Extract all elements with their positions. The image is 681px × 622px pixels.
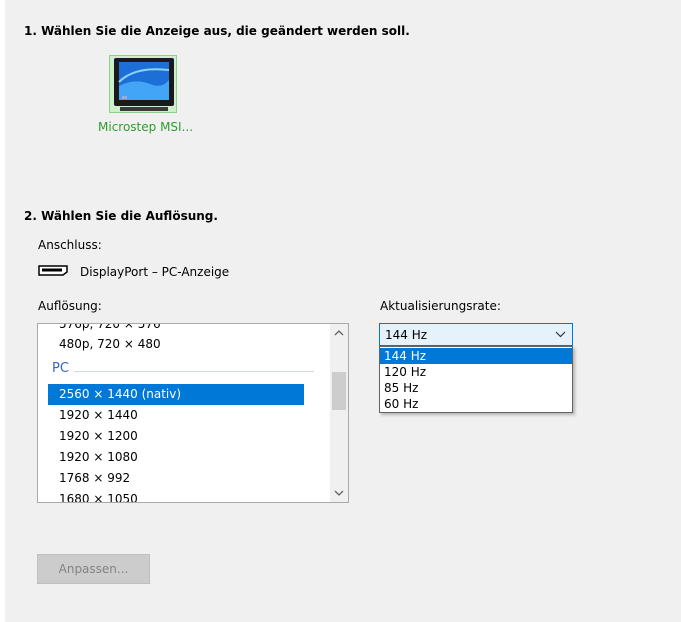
display-tile[interactable] bbox=[109, 55, 177, 113]
refresh-rate-dropdown: 144 Hz 120 Hz 85 Hz 60 Hz bbox=[379, 346, 573, 413]
list-item[interactable]: 1920 × 1440 bbox=[48, 405, 304, 426]
list-item[interactable]: 1680 × 1050 bbox=[48, 489, 304, 502]
refresh-rate-select[interactable]: 144 Hz bbox=[379, 323, 573, 346]
list-item[interactable]: 1768 × 992 bbox=[48, 468, 304, 489]
settings-panel bbox=[5, 0, 681, 622]
dropdown-option[interactable]: 120 Hz bbox=[380, 364, 572, 380]
group-header-pc: PC bbox=[52, 361, 69, 376]
refresh-rate-value: 144 Hz bbox=[385, 328, 428, 342]
monitor-icon bbox=[114, 58, 174, 111]
step2-heading: 2. Wählen Sie die Auflösung. bbox=[24, 209, 218, 223]
connection-value: DisplayPort – PC-Anzeige bbox=[80, 265, 230, 279]
resolution-label: Auflösung: bbox=[38, 299, 102, 313]
chevron-down-icon bbox=[555, 331, 566, 338]
connection-label: Anschluss: bbox=[38, 238, 102, 252]
scroll-thumb[interactable] bbox=[332, 372, 346, 410]
list-item-selected[interactable]: 2560 × 1440 (nativ) bbox=[48, 384, 304, 405]
refresh-label: Aktualisierungsrate: bbox=[380, 299, 501, 313]
step1-heading: 1. Wählen Sie die Anzeige aus, die geänd… bbox=[24, 24, 410, 38]
dropdown-option-selected[interactable]: 144 Hz bbox=[380, 348, 572, 364]
apply-button[interactable]: Anpassen... bbox=[37, 554, 150, 584]
dropdown-option[interactable]: 85 Hz bbox=[380, 380, 572, 396]
scroll-down-icon[interactable] bbox=[330, 484, 348, 502]
list-item[interactable]: 480p, 720 × 480 bbox=[48, 334, 304, 355]
list-item[interactable]: 1920 × 1200 bbox=[48, 426, 304, 447]
dropdown-option[interactable]: 60 Hz bbox=[380, 396, 572, 412]
displayport-icon bbox=[38, 265, 68, 276]
group-divider bbox=[74, 371, 314, 372]
resolution-list[interactable]: 576p, 720 × 576 480p, 720 × 480 PC 2560 … bbox=[37, 323, 349, 503]
list-item[interactable]: 1920 × 1080 bbox=[48, 447, 304, 468]
scroll-up-icon[interactable] bbox=[330, 324, 348, 342]
display-name[interactable]: Microstep MSI... bbox=[98, 120, 193, 134]
scrollbar[interactable] bbox=[330, 324, 348, 502]
